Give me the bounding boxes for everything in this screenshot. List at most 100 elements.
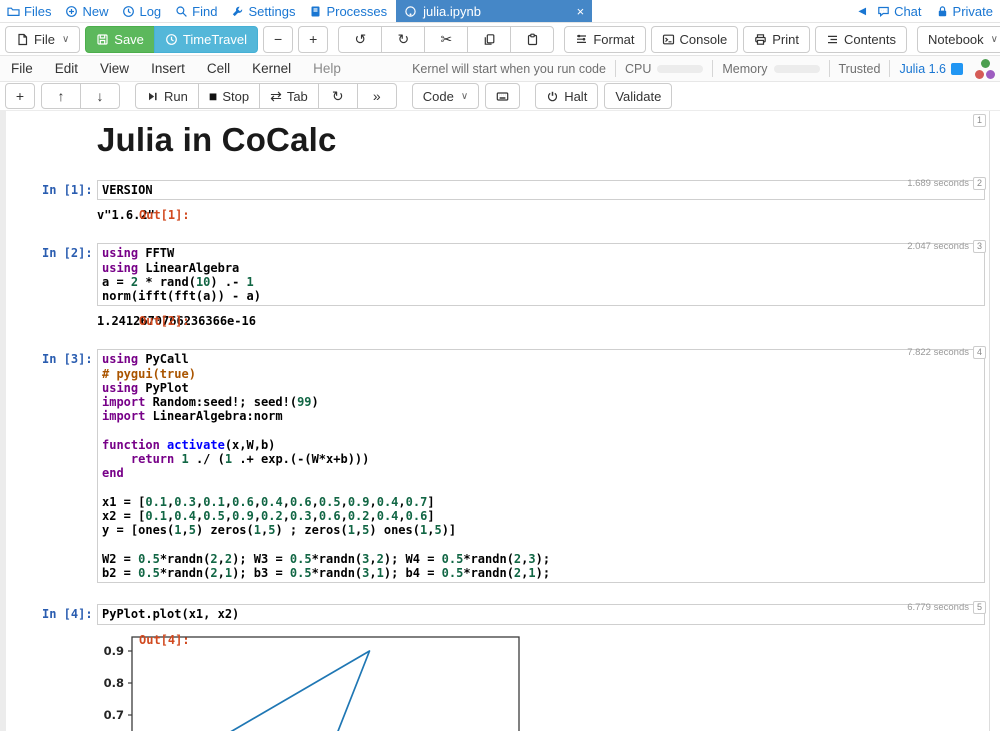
chat-button[interactable]: Chat [870,4,928,19]
code-input[interactable]: using PyCall# pygui(true)using PyPlotimp… [97,349,985,583]
nav-log[interactable]: Log [115,0,168,22]
nav-processes[interactable]: Processes [302,0,394,22]
trusted-badge: Trusted [829,60,890,77]
menu-insert[interactable]: Insert [140,61,196,76]
keyboard-shortcuts-button[interactable] [485,83,520,109]
contents-icon [826,33,839,46]
insert-cell-button[interactable]: + [5,83,35,109]
copy-icon [483,33,496,46]
menu-file[interactable]: File [0,61,44,76]
tab-label: julia.ipynb [423,4,570,19]
copy-button[interactable] [467,26,511,53]
tab-close-icon[interactable]: × [577,4,585,19]
menu-help[interactable]: Help [302,61,352,76]
code-input[interactable]: PyPlot.plot(x1, x2) [97,604,985,624]
cell-meta: 1.689 seconds2 [907,177,986,190]
kernel-selector[interactable]: Julia 1.6 [889,60,972,77]
clock-icon [122,5,135,18]
validate-button[interactable]: Validate [604,83,672,109]
tab-complete-button[interactable]: ⇄ Tab [259,83,319,109]
file-menu-button[interactable]: File ∨ [5,26,80,53]
undo-button[interactable]: ↺ [338,26,382,53]
halt-button[interactable]: Halt [535,83,598,109]
code-cell: 6.779 seconds5In [4]:PyPlot.plot(x1, x2)… [0,604,1000,731]
run-all-button[interactable]: » [357,83,397,109]
code-cell: 1.689 seconds2In [1]:VERSIONOut[1]:v"1.6… [0,180,1000,222]
output-prompt: Out[1]: [139,208,190,222]
lock-icon [936,5,949,18]
run-cell-button[interactable]: Run [135,83,199,109]
print-button[interactable]: Print [743,26,810,53]
console-button[interactable]: Console [651,26,739,53]
cell-run-time: 1.689 seconds [907,178,969,189]
code-cell: 2.047 seconds3In [2]:using FFTWusing Lin… [0,243,1000,328]
file-toolbar: File ∨ Save TimeTravel − + ↺ ↻ ✂ Format … [0,23,1000,56]
zoom-in-button[interactable]: + [298,26,328,53]
menu-view[interactable]: View [89,61,140,76]
notebook-menu-button[interactable]: Notebook ∨ [917,26,1000,53]
cell-output: Out[2]:1.2412670766236366e-16 [97,314,985,328]
y-tick-label: 0.8 [104,676,124,690]
kernel-status: Kernel will start when you run code [403,60,615,77]
notebook-content[interactable]: 1 Julia in CoCalc 1.689 seconds2In [1]:V… [0,111,1000,731]
fast-forward-icon: » [373,89,381,103]
paste-icon [526,33,539,46]
cut-button[interactable]: ✂ [424,26,468,53]
format-button[interactable]: Format [564,26,645,53]
cell-meta: 6.779 seconds 5 [907,601,986,614]
code-input[interactable]: VERSION [97,180,985,200]
redo-button[interactable]: ↻ [381,26,425,53]
chevron-down-icon: ∨ [991,34,998,45]
memory-meter [774,65,820,73]
plus-icon: + [309,32,317,46]
y-tick-label: 0.9 [104,644,124,658]
cell-output: Out[1]:v"1.6.2" [97,208,985,222]
tab-arrows-icon: ⇄ [270,89,282,103]
wrench-icon [231,5,244,18]
timetravel-button[interactable]: TimeTravel [154,26,258,53]
output-prompt: Out[2]: [139,314,190,328]
nav-new[interactable]: New [58,0,115,22]
cell-type-dropdown[interactable]: Code ∨ [412,83,479,109]
y-tick-label: 0.7 [104,708,124,722]
cell-index-badge: 5 [973,601,986,614]
move-cell-down-button[interactable]: ↓ [80,83,120,109]
nav-find[interactable]: Find [168,0,224,22]
menu-edit[interactable]: Edit [44,61,89,76]
restart-kernel-button[interactable]: ↻ [318,83,358,109]
tab-julia-ipynb[interactable]: julia.ipynb × [396,0,592,22]
keyboard-icon [496,90,509,103]
arrow-up-icon: ↑ [58,89,65,103]
nav-settings[interactable]: Settings [224,0,302,22]
server-icon [309,5,322,18]
chevron-down-icon: ∨ [461,91,468,102]
format-icon [575,33,588,46]
minus-icon: − [274,32,282,46]
search-icon [175,5,188,18]
save-button[interactable]: Save [85,26,155,53]
redo-icon: ↻ [397,32,409,46]
nav-files[interactable]: Files [0,0,58,22]
private-button[interactable]: Private [929,4,1000,19]
cell-index-badge: 1 [973,114,986,127]
notebook-title: Julia in CoCalc [97,121,1000,159]
clock-icon [165,33,178,46]
chevron-down-icon: ∨ [62,34,69,45]
stop-button[interactable]: ■ Stop [198,83,260,109]
cell-run-time: 6.779 seconds [907,602,969,613]
contents-button[interactable]: Contents [815,26,907,53]
zoom-out-button[interactable]: − [263,26,293,53]
kernel-square-icon [951,63,963,75]
data-line [150,651,502,731]
console-icon [662,33,675,46]
jupyter-icon [404,5,417,18]
paste-button[interactable] [510,26,554,53]
menu-cell[interactable]: Cell [196,61,241,76]
menu-kernel[interactable]: Kernel [241,61,302,76]
move-cell-up-button[interactable]: ↑ [41,83,81,109]
cpu-usage: CPU [615,60,712,77]
code-input[interactable]: using FFTWusing LinearAlgebraa = 2 * ran… [97,243,985,306]
pyplot-figure: 0.90.80.70.6 [0,633,560,731]
folder-icon [7,5,20,18]
collapse-chat-icon[interactable]: ◀ [854,6,870,17]
